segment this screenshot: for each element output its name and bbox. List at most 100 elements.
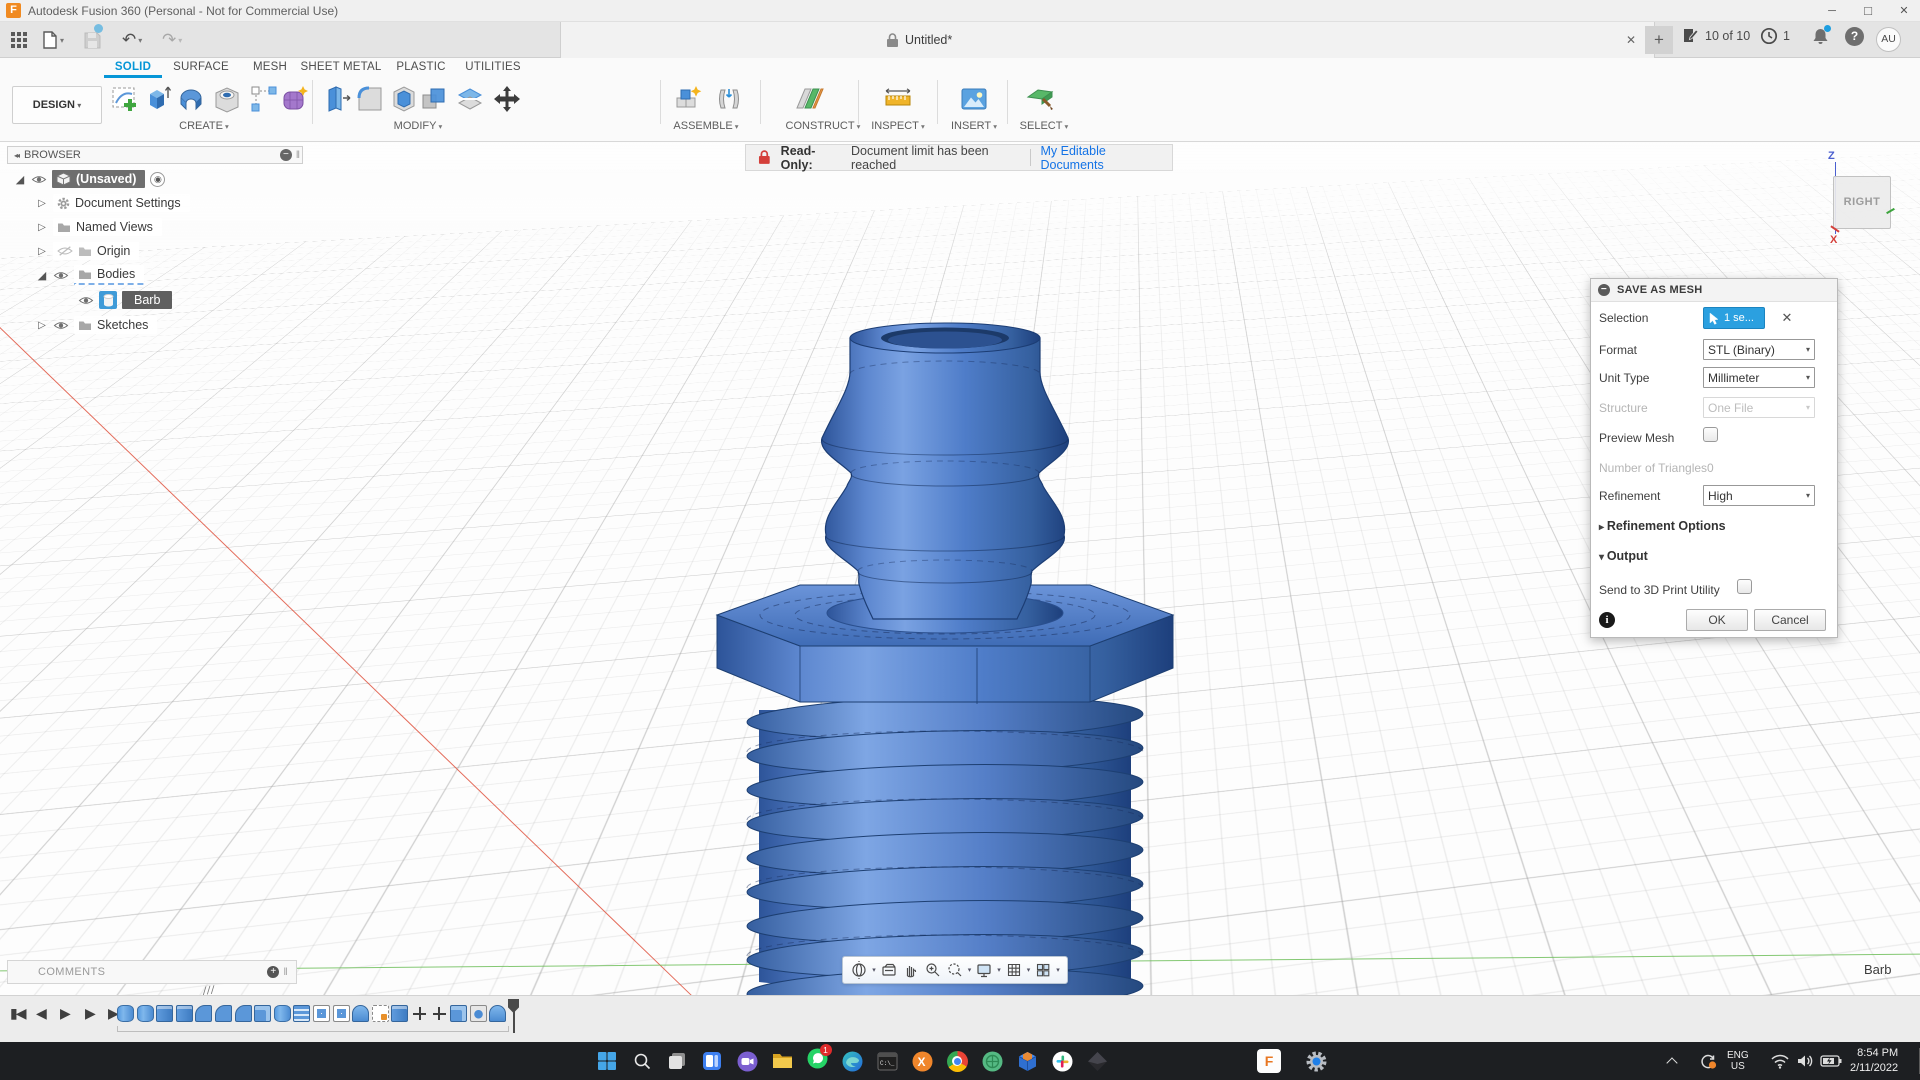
send-to-3d-print-checkbox[interactable] <box>1737 579 1752 594</box>
expand-icon[interactable]: ▷ <box>36 198 48 209</box>
maximize-button[interactable] <box>1852 0 1884 22</box>
language-indicator[interactable]: ENGUS <box>1727 1042 1749 1080</box>
tab-sheet-metal[interactable]: SHEET METAL <box>300 61 381 73</box>
zoom-button[interactable] <box>924 961 942 979</box>
ok-button[interactable]: OK <box>1686 609 1748 631</box>
collapse-panel-icon[interactable] <box>14 151 18 160</box>
group-label-create[interactable]: CREATE <box>179 120 229 132</box>
file-menu-button[interactable]: ▾ <box>42 27 64 53</box>
tab-solid[interactable]: SOLID <box>115 61 151 73</box>
joint-button[interactable] <box>712 82 746 116</box>
timeline-feature-combine[interactable] <box>254 1005 271 1022</box>
cancel-button[interactable]: Cancel <box>1754 609 1826 631</box>
chevron-down-icon[interactable] <box>997 966 1001 974</box>
preview-mesh-checkbox[interactable] <box>1703 427 1718 442</box>
timeline-feature-pattern[interactable] <box>333 1005 350 1022</box>
chat-icon[interactable] <box>734 1048 760 1074</box>
visibility-eye-icon[interactable] <box>31 174 47 185</box>
timeline-play-button[interactable] <box>60 1005 69 1022</box>
expand-icon[interactable]: ▷ <box>36 246 48 257</box>
visibility-eye-icon[interactable] <box>53 320 69 331</box>
refinement-options-section[interactable]: Refinement Options <box>1599 519 1726 533</box>
job-queue-button[interactable]: 1 <box>1760 27 1790 45</box>
expand-icon[interactable]: ◢ <box>14 173 26 186</box>
insert-image-button[interactable] <box>957 82 991 116</box>
battery-icon[interactable] <box>1820 1042 1842 1080</box>
dialog-header[interactable]: SAVE AS MESH <box>1591 279 1837 302</box>
timeline-feature-cylinder[interactable] <box>274 1005 291 1022</box>
select-button[interactable] <box>1023 82 1057 116</box>
new-component-button[interactable] <box>671 82 705 116</box>
combine-button[interactable] <box>417 82 451 116</box>
cube-modeling-app-icon[interactable] <box>1014 1048 1040 1074</box>
timeline-feature-cylinder[interactable] <box>117 1005 134 1022</box>
help-button[interactable] <box>1845 27 1864 46</box>
tab-mesh[interactable]: MESH <box>253 61 287 73</box>
chevron-down-icon[interactable] <box>1056 966 1060 974</box>
viewports-button[interactable] <box>1034 961 1052 979</box>
browser-item-root[interactable]: ◢ (Unsaved) <box>14 169 165 189</box>
save-button[interactable] <box>84 27 101 53</box>
browser-item-named-views[interactable]: ▷ Named Views <box>36 217 162 237</box>
pan-button[interactable] <box>902 961 920 979</box>
visibility-eye-icon[interactable] <box>78 295 94 306</box>
browser-grip[interactable]: ‖ <box>296 150 300 161</box>
move-copy-button[interactable] <box>490 82 524 116</box>
green-sphere-app-icon[interactable] <box>979 1048 1005 1074</box>
press-pull-button[interactable] <box>320 82 354 116</box>
update-sync-icon[interactable] <box>1698 1042 1718 1080</box>
browser-item-barb[interactable]: Barb <box>78 290 172 310</box>
wifi-icon[interactable] <box>1770 1042 1790 1080</box>
timeline-feature-sketch[interactable] <box>372 1005 389 1022</box>
browser-item-bodies[interactable]: ◢ Bodies <box>36 265 144 285</box>
task-view-icon[interactable] <box>664 1048 690 1074</box>
close-button[interactable] <box>1888 0 1920 22</box>
timeline-feature-extrude[interactable] <box>391 1005 408 1022</box>
look-at-button[interactable] <box>880 961 898 979</box>
visibility-eye-icon[interactable] <box>53 270 69 281</box>
timeline-feature-fillet[interactable] <box>235 1005 252 1022</box>
timeline-step-back-button[interactable] <box>36 1005 45 1022</box>
split-body-button[interactable] <box>453 82 487 116</box>
document-tab[interactable]: Untitled* <box>560 22 1655 58</box>
display-settings-button[interactable] <box>975 961 993 979</box>
timeline-feature-coil[interactable] <box>293 1005 310 1022</box>
tab-utilities[interactable]: UTILITIES <box>465 61 520 73</box>
browser-header[interactable]: BROWSER ‖ <box>7 146 303 164</box>
activate-component-radio[interactable] <box>150 172 165 187</box>
barb-body-model[interactable] <box>700 310 1190 995</box>
comments-grip[interactable]: ‖ <box>283 967 288 978</box>
fusion-360-taskbar-icon[interactable]: F <box>1256 1048 1282 1074</box>
viewport-canvas[interactable]: Read-Only: Document limit has been reach… <box>0 142 1920 995</box>
visibility-off-eye-icon[interactable] <box>57 245 73 257</box>
app-grid-button[interactable] <box>10 27 28 53</box>
minimize-button[interactable] <box>1816 0 1848 22</box>
timeline-feature-hole[interactable] <box>470 1005 487 1022</box>
chevron-down-icon[interactable] <box>872 966 876 974</box>
group-label-assemble[interactable]: ASSEMBLE <box>673 120 738 132</box>
settings-icon[interactable] <box>1303 1048 1329 1074</box>
workspace-selector[interactable]: DESIGN <box>12 86 102 124</box>
measure-button[interactable] <box>881 82 915 116</box>
extrude-button[interactable] <box>141 82 175 116</box>
redo-button[interactable]: ↷▾ <box>162 27 182 53</box>
unit-type-dropdown[interactable]: Millimeter <box>1703 367 1815 388</box>
timeline-feature-move[interactable] <box>411 1005 428 1022</box>
timeline-feature-move[interactable] <box>431 1005 448 1022</box>
shell-button[interactable] <box>387 82 421 116</box>
create-sketch-button[interactable] <box>108 82 142 116</box>
clock-date[interactable]: 8:54 PM2/11/2022 <box>1850 1042 1898 1080</box>
undo-button[interactable]: ↶▾ <box>122 27 142 53</box>
group-label-select[interactable]: SELECT <box>1020 120 1069 132</box>
terminal-icon[interactable]: C:\_ <box>874 1048 900 1074</box>
tray-expand-button[interactable] <box>1668 1042 1676 1080</box>
browser-minimize-icon[interactable] <box>280 149 292 161</box>
new-tab-button[interactable] <box>1645 26 1673 54</box>
timeline-feature-cylinder[interactable] <box>137 1005 154 1022</box>
timeline-step-forward-button[interactable] <box>85 1005 94 1022</box>
group-label-construct[interactable]: CONSTRUCT <box>786 120 861 132</box>
add-comment-icon[interactable] <box>267 966 279 978</box>
edge-icon[interactable] <box>839 1048 865 1074</box>
view-cube[interactable]: RIGHT <box>1833 176 1891 229</box>
notifications-button[interactable] <box>1812 27 1829 48</box>
